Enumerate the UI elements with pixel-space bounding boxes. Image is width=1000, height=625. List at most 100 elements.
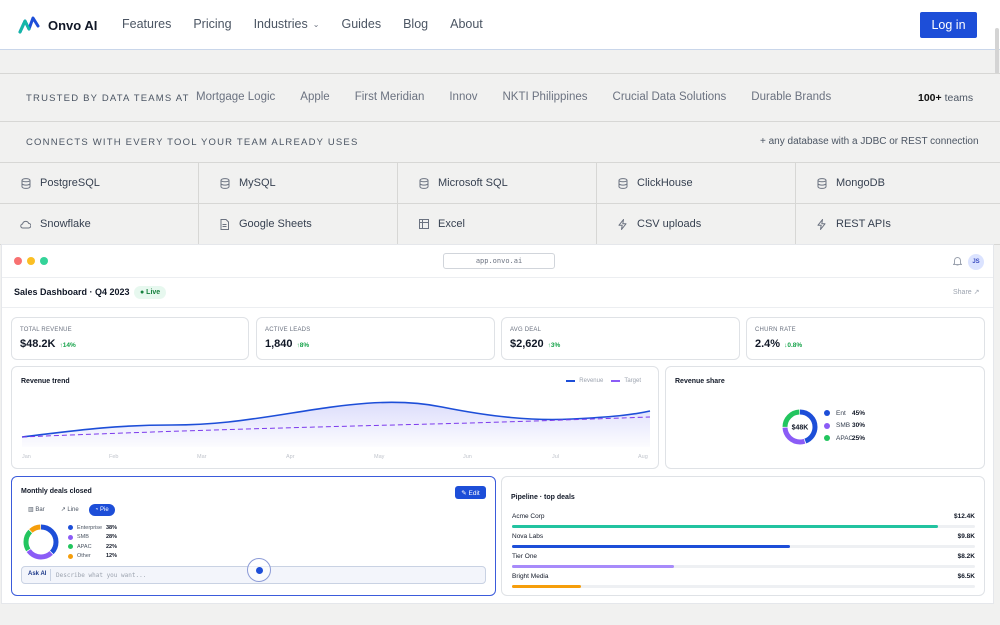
tool-csv-uploads[interactable]: CSV uploads: [597, 204, 796, 245]
revenue-share-legend: Ent 45% SMB 30% APAC 25%: [824, 407, 865, 445]
month-tick: Mar: [197, 454, 207, 460]
kpi-value: 1,840 ↑8%: [265, 338, 309, 350]
legend-name: SMB: [77, 534, 89, 541]
deal-track: [512, 585, 975, 588]
month-tick: Feb: [109, 454, 118, 460]
brand-logo[interactable]: Onvo AI: [18, 15, 97, 35]
tab-pie[interactable]: ◔ Pie: [88, 504, 115, 516]
legend-pct: 30%: [852, 422, 866, 430]
kpi-card-churn-rate[interactable]: CHURN RATE 2.4% ↓0.8%: [746, 317, 985, 360]
deal-name: Bright Media: [512, 573, 549, 580]
legend-dot: [68, 525, 73, 531]
edit-button[interactable]: ✎ Edit: [455, 486, 486, 499]
kpi-label: TOTAL REVENUE: [20, 327, 72, 333]
legend-pct: 25%: [852, 434, 866, 442]
kpi-label: ACTIVE LEADS: [265, 327, 311, 333]
month-tick: Jan: [22, 454, 31, 460]
brand-item: First Meridian: [354, 91, 425, 103]
login-button[interactable]: Log in: [920, 12, 977, 38]
tool-snowflake[interactable]: Snowflake: [0, 204, 199, 245]
ask-ai-input[interactable]: [50, 569, 350, 581]
integrations-grid: PostgreSQL MySQL Microsoft SQL ClickHous…: [0, 162, 1000, 245]
kpi-value: $48.2K ↑14%: [20, 338, 76, 350]
nav-link-about[interactable]: About: [450, 17, 483, 31]
monthly-deals-card[interactable]: Monthly deals closed ✎ Edit ▥ Bar ↗ Line…: [11, 476, 496, 596]
month-tick: Apr: [286, 454, 295, 460]
trusted-label: TRUSTED BY DATA TEAMS AT: [26, 93, 190, 104]
pipeline-card[interactable]: Pipeline · top deals Acme Corp $12.4K Nov…: [501, 476, 985, 596]
revenue-trend-card[interactable]: Revenue trend Revenue Target Jan Feb Mar…: [11, 366, 659, 469]
deal-track: [512, 565, 975, 568]
tab-bar[interactable]: ▥ Bar: [22, 504, 51, 516]
donut-center-label: $48K: [792, 425, 809, 432]
legend-row: Other 12%: [68, 552, 117, 562]
tool-mysql[interactable]: MySQL: [199, 163, 398, 204]
card-title: Pipeline · top deals: [511, 494, 575, 501]
nav-link-features[interactable]: Features: [122, 17, 171, 31]
bolt-icon: [816, 218, 827, 230]
share-button[interactable]: Share ↗: [953, 288, 980, 296]
window-maximize-dot[interactable]: [40, 257, 48, 265]
address-bar[interactable]: app.onvo.ai: [443, 253, 555, 269]
pipeline-row[interactable]: Tier One $8.2K: [512, 553, 975, 573]
month-tick: Jul: [552, 454, 559, 460]
revenue-share-card[interactable]: Revenue share $48K Ent 45% SMB 30% APAC 25%: [665, 366, 985, 469]
tab-line[interactable]: ↗ Line: [55, 504, 85, 516]
divider: [2, 307, 993, 308]
kpi-value: 2.4% ↓0.8%: [755, 338, 802, 350]
tool-postgresql[interactable]: PostgreSQL: [0, 163, 199, 204]
tool-rest-apis[interactable]: REST APIs: [796, 204, 1000, 245]
card-title: Revenue share: [675, 378, 725, 385]
bolt-icon: [617, 218, 628, 230]
window-minimize-dot[interactable]: [27, 257, 35, 265]
pipeline-row[interactable]: Bright Media $6.5K: [512, 573, 975, 593]
legend-dot: [824, 410, 830, 417]
kpi-card-avg-deal[interactable]: AVG DEAL $2,620 ↑3%: [501, 317, 740, 360]
window-titlebar: app.onvo.ai JS: [2, 245, 993, 278]
tool-excel[interactable]: Excel: [398, 204, 597, 245]
scrollbar-thumb[interactable]: [995, 28, 999, 74]
deal-bar: [512, 545, 790, 548]
nav-links: Features Pricing Industries ⌄ Guides Blog…: [122, 17, 505, 31]
tool-label: Google Sheets: [239, 218, 312, 230]
pipeline-row[interactable]: Nova Labs $9.8K: [512, 533, 975, 553]
kpi-value: $2,620 ↑3%: [510, 338, 560, 350]
nav-link-guides[interactable]: Guides: [341, 17, 381, 31]
live-badge: ● Live: [134, 286, 167, 299]
nav-link-pricing[interactable]: Pricing: [193, 17, 231, 31]
kpi-card-active-leads[interactable]: ACTIVE LEADS 1,840 ↑8%: [256, 317, 495, 360]
legend-dot: [68, 544, 73, 550]
tool-microsoft-sql[interactable]: Microsoft SQL: [398, 163, 597, 204]
legend-dot: [68, 553, 73, 559]
avatar[interactable]: JS: [968, 254, 984, 270]
dashboard-title: Sales Dashboard · Q4 2023: [14, 287, 130, 297]
tool-clickhouse[interactable]: ClickHouse: [597, 163, 796, 204]
pipeline-row[interactable]: Acme Corp $12.4K: [512, 513, 975, 533]
deal-value: $12.4K: [954, 513, 975, 520]
bell-icon[interactable]: [952, 256, 963, 268]
tool-label: REST APIs: [836, 218, 891, 230]
legend-pct: 38%: [106, 524, 118, 531]
legend-dot: [824, 435, 830, 442]
kpi-number: $2,620: [510, 338, 544, 350]
monthly-deals-donut: [23, 524, 59, 560]
window-close-dot[interactable]: [14, 257, 22, 265]
legend-name: APAC: [77, 543, 92, 550]
kpi-card-total-revenue[interactable]: TOTAL REVENUE $48.2K ↑14%: [11, 317, 249, 360]
tool-google-sheets[interactable]: Google Sheets: [199, 204, 398, 245]
kpi-number: 2.4%: [755, 338, 781, 350]
kpi-label: CHURN RATE: [755, 327, 796, 333]
legend-pct: 45%: [852, 409, 866, 417]
deal-value: $8.2K: [957, 553, 975, 560]
nav-link-blog[interactable]: Blog: [403, 17, 428, 31]
legend-name: Enterprise: [77, 524, 103, 531]
legend-dot: [68, 534, 73, 540]
card-title: Monthly deals closed: [21, 488, 92, 495]
tool-mongodb[interactable]: MongoDB: [796, 163, 1000, 204]
ask-ai-label: Ask AI: [28, 571, 47, 577]
table-icon: [418, 219, 429, 230]
legend-name: APAC: [836, 434, 854, 442]
deal-track: [512, 545, 975, 548]
deal-bar: [512, 525, 938, 528]
nav-link-industries[interactable]: Industries ⌄: [254, 17, 320, 31]
